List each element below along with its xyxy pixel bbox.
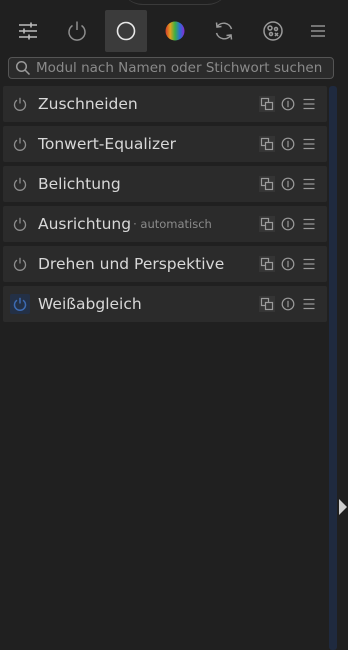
reset-button[interactable] [280, 96, 296, 112]
module-name: Drehen und Perspektive [38, 255, 225, 273]
module-power-toggle[interactable] [10, 294, 30, 314]
hamburger-icon [303, 298, 315, 310]
panel-expander[interactable] [338, 497, 348, 517]
hamburger-icon [303, 258, 315, 270]
power-icon [13, 217, 27, 231]
color-wheel-icon [163, 19, 187, 43]
presets-button[interactable] [301, 136, 317, 152]
multi-instance-button[interactable] [259, 256, 275, 272]
power-icon [13, 177, 27, 191]
tab-base-modules[interactable] [105, 10, 147, 52]
arrow-right-icon [339, 499, 347, 515]
tab-presets-menu[interactable] [297, 10, 339, 52]
power-icon [13, 297, 27, 311]
reset-button[interactable] [280, 136, 296, 152]
module-actions [254, 246, 317, 282]
scrollbar[interactable] [329, 86, 337, 650]
reset-button[interactable] [280, 176, 296, 192]
module-power-toggle[interactable] [10, 254, 30, 274]
module-tonwert-equalizer[interactable]: Tonwert-Equalizer [3, 126, 327, 162]
module-name: Tonwert-Equalizer [38, 135, 177, 153]
reset-icon [281, 97, 295, 111]
copy-icon [260, 217, 274, 231]
module-actions [254, 86, 317, 122]
reset-icon [281, 257, 295, 271]
copy-icon [260, 97, 274, 111]
multi-instance-button[interactable] [259, 176, 275, 192]
multi-instance-button[interactable] [259, 296, 275, 312]
module-search [8, 57, 334, 79]
tab-effect-modules[interactable] [252, 10, 294, 52]
multi-instance-button[interactable] [259, 216, 275, 232]
tab-quick-access[interactable] [7, 10, 49, 52]
tab-active-modules[interactable] [56, 10, 98, 52]
presets-button[interactable] [301, 256, 317, 272]
power-icon [13, 257, 27, 271]
reset-icon [281, 297, 295, 311]
presets-button[interactable] [301, 176, 317, 192]
module-power-toggle[interactable] [10, 174, 30, 194]
presets-button[interactable] [301, 96, 317, 112]
circle-icon [114, 19, 138, 43]
module-power-toggle[interactable] [10, 214, 30, 234]
power-icon [65, 19, 89, 43]
module-ausrichtung[interactable]: Ausrichtung · automatisch [3, 206, 327, 242]
hamburger-icon [303, 218, 315, 230]
reset-icon [281, 137, 295, 151]
module-zuschneiden[interactable]: Zuschneiden [3, 86, 327, 122]
module-actions [254, 126, 317, 162]
tab-correction-modules[interactable] [203, 10, 245, 52]
refresh-icon [212, 19, 236, 43]
effects-icon [261, 19, 285, 43]
module-list: Zuschneiden Tonwert-Equalizer Belichtung… [3, 86, 327, 326]
module-actions [254, 166, 317, 202]
module-name: Weißabgleich [38, 295, 142, 313]
tab-color-modules[interactable] [154, 10, 196, 52]
reset-icon [281, 217, 295, 231]
menu-icon [308, 21, 328, 41]
hamburger-icon [303, 138, 315, 150]
search-icon [14, 59, 32, 77]
module-power-toggle[interactable] [10, 94, 30, 114]
right-panel: Zuschneiden [0, 0, 348, 650]
module-name: Ausrichtung [38, 215, 132, 233]
module-actions [254, 286, 317, 322]
copy-icon [260, 177, 274, 191]
hamburger-icon [303, 98, 315, 110]
reset-icon [281, 177, 295, 191]
module-name: Belichtung [38, 175, 121, 193]
multi-instance-button[interactable] [259, 96, 275, 112]
module-actions [254, 206, 317, 242]
search-input[interactable] [32, 58, 333, 78]
power-icon [13, 137, 27, 151]
hamburger-icon [303, 178, 315, 190]
multi-instance-button[interactable] [259, 136, 275, 152]
module-name: Zuschneiden [38, 95, 138, 113]
copy-icon [260, 137, 274, 151]
copy-icon [260, 257, 274, 271]
module-power-toggle[interactable] [10, 134, 30, 154]
copy-icon [260, 297, 274, 311]
sliders-icon [16, 19, 40, 43]
module-label: · automatisch [133, 217, 212, 231]
top-edge-arc [120, 0, 230, 5]
reset-button[interactable] [280, 256, 296, 272]
module-group-tabs [0, 10, 348, 52]
module-weissabgleich[interactable]: Weißabgleich [3, 286, 327, 322]
module-belichtung[interactable]: Belichtung [3, 166, 327, 202]
module-drehen-und-perspektive[interactable]: Drehen und Perspektive [3, 246, 327, 282]
power-icon [13, 97, 27, 111]
presets-button[interactable] [301, 296, 317, 312]
reset-button[interactable] [280, 296, 296, 312]
reset-button[interactable] [280, 216, 296, 232]
presets-button[interactable] [301, 216, 317, 232]
